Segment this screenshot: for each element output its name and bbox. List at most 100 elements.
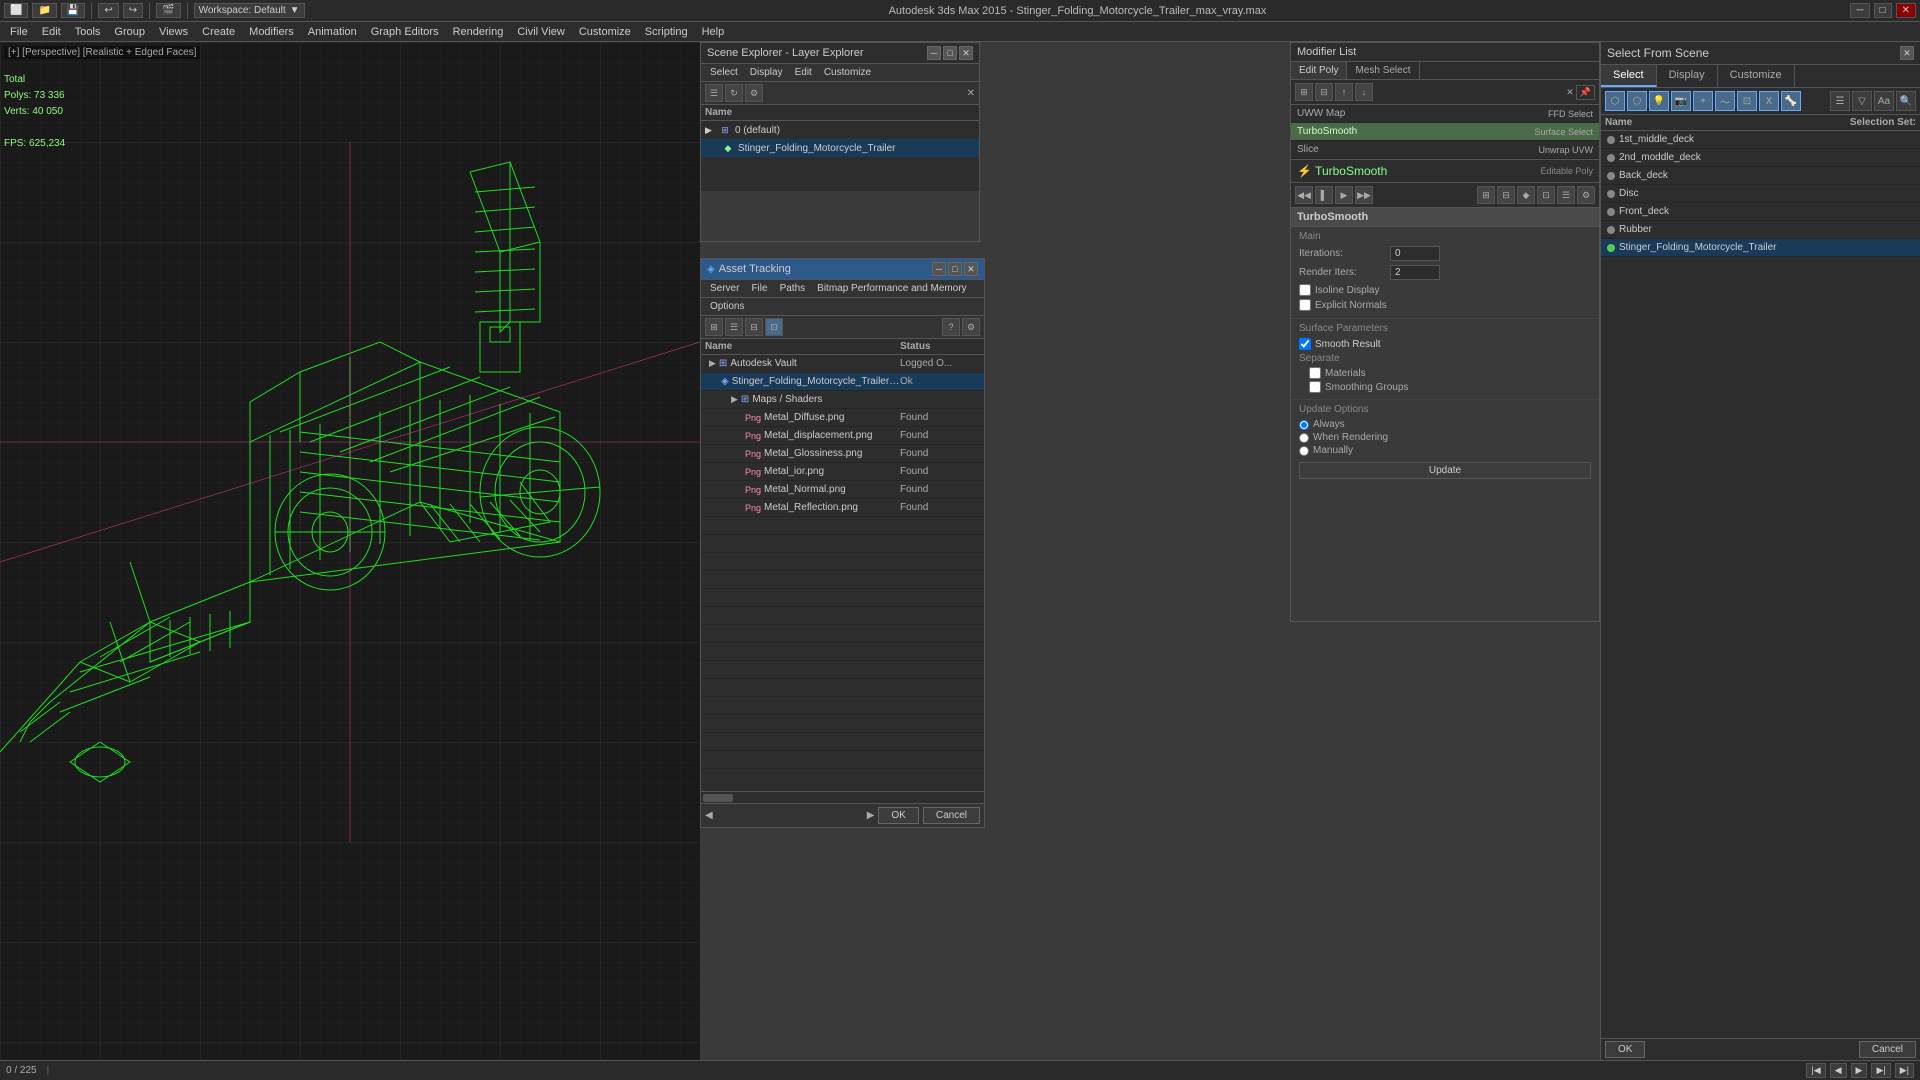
sfs-tab-display[interactable]: Display [1657, 65, 1718, 87]
sfs-shape-icon[interactable]: ⬠ [1627, 91, 1647, 111]
menu-edit-se[interactable]: Edit [790, 66, 817, 79]
menu-animation[interactable]: Animation [302, 24, 363, 40]
at-menu-paths[interactable]: Paths [775, 282, 811, 295]
sfs-tab-select[interactable]: Select [1601, 65, 1657, 87]
timeline-next-key[interactable]: ▶| [1895, 1063, 1914, 1078]
mod-nav-2[interactable]: ▌ [1315, 186, 1333, 204]
at-ok-btn[interactable]: OK [878, 807, 918, 824]
ts-isoline-check[interactable] [1299, 284, 1311, 296]
at-menu-file[interactable]: File [746, 282, 772, 295]
sfs-item-front-deck[interactable]: Front_deck [1601, 203, 1920, 221]
timeline-next[interactable]: ▶| [1871, 1063, 1890, 1078]
mod-nav-1[interactable]: ◀◀ [1295, 186, 1313, 204]
sfs-case-icon[interactable]: Aa [1874, 91, 1894, 111]
mod-nav-4[interactable]: ▶▶ [1355, 186, 1373, 204]
at-row-vault[interactable]: ▶ ⊞ Autodesk Vault Logged O... [701, 355, 984, 373]
mod-nav-3[interactable]: ▶ [1335, 186, 1353, 204]
sfs-filter-icon[interactable]: ▽ [1852, 91, 1872, 111]
at-nav-left[interactable]: ◀ [705, 810, 713, 821]
close-btn[interactable]: ✕ [1896, 3, 1916, 18]
sfs-bone-icon[interactable]: 🦴 [1781, 91, 1801, 111]
sfs-cancel-btn[interactable]: Cancel [1859, 1041, 1916, 1058]
ts-materials-check[interactable] [1309, 367, 1321, 379]
at-hscroll[interactable] [701, 791, 984, 803]
at-row-reflection[interactable]: Png Metal_Reflection.png Found [701, 499, 984, 517]
mod-item-uwwmap[interactable]: UWW Map FFD Select [1291, 105, 1599, 123]
menu-views[interactable]: Views [153, 24, 194, 40]
sfs-spacewarp-icon[interactable]: 〜 [1715, 91, 1735, 111]
menu-help[interactable]: Help [696, 24, 731, 40]
at-row-stinger[interactable]: ◈ Stinger_Folding_Motorcycle_Trailer_max… [701, 373, 984, 391]
sfs-item-back-deck[interactable]: Back_deck [1601, 167, 1920, 185]
menu-tools[interactable]: Tools [69, 24, 107, 40]
scene-explorer-minimize[interactable]: ─ [927, 46, 941, 60]
mod-nav-10[interactable]: ⚙ [1577, 186, 1595, 204]
timeline-prev-key[interactable]: |◀ [1806, 1063, 1825, 1078]
at-help-icon[interactable]: ? [942, 318, 960, 336]
sfs-geo-icon[interactable]: ⬡ [1605, 91, 1625, 111]
menu-scripting[interactable]: Scripting [639, 24, 694, 40]
toolbar-new[interactable]: ⬜ [4, 3, 28, 18]
sfs-light-icon[interactable]: 💡 [1649, 91, 1669, 111]
sfs-search-icon[interactable]: 🔍 [1896, 91, 1916, 111]
mod-pin-icon[interactable]: 📌 [1576, 85, 1595, 100]
at-row-normal[interactable]: Png Metal_Normal.png Found [701, 481, 984, 499]
maximize-btn[interactable]: □ [1874, 3, 1892, 18]
mod-nav-7[interactable]: ◆ [1517, 186, 1535, 204]
sfs-ok-btn[interactable]: OK [1605, 1041, 1645, 1058]
at-grid-icon[interactable]: ⊟ [745, 318, 763, 336]
at-list-icon[interactable]: ☰ [725, 318, 743, 336]
timeline-prev[interactable]: ◀ [1830, 1063, 1847, 1078]
sfs-group-icon[interactable]: ⊡ [1737, 91, 1757, 111]
menu-file[interactable]: File [4, 24, 34, 40]
at-minimize[interactable]: ─ [932, 262, 946, 276]
mod-nav-8[interactable]: ⊡ [1537, 186, 1555, 204]
at-settings2-icon[interactable]: ⚙ [962, 318, 980, 336]
at-row-displacement[interactable]: Png Metal_displacement.png Found [701, 427, 984, 445]
scene-object[interactable]: ◆ Stinger_Folding_Motorcycle_Trailer [701, 139, 979, 157]
at-menu-bitmap[interactable]: Bitmap Performance and Memory [812, 282, 972, 295]
toolbar-redo[interactable]: ↪ [123, 3, 143, 18]
mod-toolbar-1[interactable]: ⊞ [1295, 83, 1313, 101]
mod-nav-5[interactable]: ⊞ [1477, 186, 1495, 204]
ts-sg-check[interactable] [1309, 381, 1321, 393]
scene-explorer-maximize[interactable]: □ [943, 46, 957, 60]
sfs-item-2nd-deck[interactable]: 2nd_moddle_deck [1601, 149, 1920, 167]
at-menu-options[interactable]: Options [705, 300, 749, 313]
ts-smooth-check[interactable] [1299, 338, 1311, 350]
menu-create[interactable]: Create [196, 24, 241, 40]
ts-update-btn[interactable]: Update [1299, 462, 1591, 479]
at-nav-right[interactable]: ▶ [867, 810, 875, 821]
ts-manually-radio[interactable] [1299, 446, 1309, 456]
at-row-maps[interactable]: ▶ ⊞ Maps / Shaders [701, 391, 984, 409]
menu-modifiers[interactable]: Modifiers [243, 24, 300, 40]
se-filter-icon[interactable]: ☰ [705, 84, 723, 102]
menu-select-se[interactable]: Select [705, 66, 743, 79]
at-row-glossiness[interactable]: Png Metal_Glossiness.png Found [701, 445, 984, 463]
sfs-tab-customize[interactable]: Customize [1718, 65, 1795, 87]
mod-toolbar-2[interactable]: ⊟ [1315, 83, 1333, 101]
se-refresh-icon[interactable]: ↻ [725, 84, 743, 102]
mod-nav-9[interactable]: ☰ [1557, 186, 1575, 204]
at-maximize[interactable]: □ [948, 262, 962, 276]
viewport[interactable]: [+] [Perspective] [Realistic + Edged Fac… [0, 42, 700, 1060]
ts-explicit-check[interactable] [1299, 299, 1311, 311]
toolbar-save[interactable]: 💾 [61, 3, 85, 18]
sfs-item-disc[interactable]: Disc [1601, 185, 1920, 203]
sfs-xref-icon[interactable]: X [1759, 91, 1779, 111]
ts-always-radio[interactable] [1299, 420, 1309, 430]
sfs-options-icon[interactable]: ☰ [1830, 91, 1850, 111]
sfs-camera-icon[interactable]: 📷 [1671, 91, 1691, 111]
se-close-icon[interactable]: ✕ [967, 88, 975, 99]
menu-customize[interactable]: Customize [573, 24, 637, 40]
tab-mesh-select[interactable]: Mesh Select [1347, 62, 1419, 79]
menu-graph-editors[interactable]: Graph Editors [365, 24, 445, 40]
toolbar-undo[interactable]: ↩ [98, 3, 118, 18]
menu-customize-se[interactable]: Customize [819, 66, 876, 79]
scene-explorer-close[interactable]: ✕ [959, 46, 973, 60]
ts-render-iters-input[interactable] [1390, 265, 1440, 280]
menu-edit[interactable]: Edit [36, 24, 67, 40]
menu-display-se[interactable]: Display [745, 66, 788, 79]
at-close[interactable]: ✕ [964, 262, 978, 276]
mod-nav-6[interactable]: ⊟ [1497, 186, 1515, 204]
